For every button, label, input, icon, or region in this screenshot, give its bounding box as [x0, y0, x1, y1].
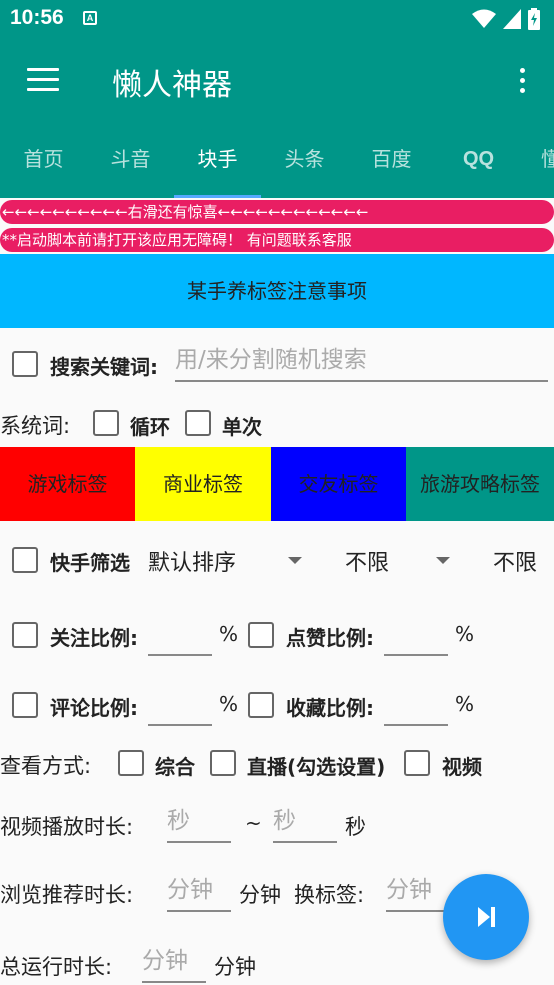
- notification-app-icon: A: [83, 11, 97, 25]
- live-checkbox[interactable]: [210, 750, 236, 776]
- notice-button[interactable]: 某手养标签注意事项: [0, 254, 554, 328]
- comprehensive-checkbox[interactable]: [118, 750, 144, 776]
- live-label: 直播(勾选设置): [247, 755, 386, 779]
- comment-ratio-label: 评论比例:: [50, 696, 138, 720]
- accessibility-banner: **启动脚本前请打开该应用无障碍！ 有问题联系客服: [0, 228, 554, 252]
- follow-ratio-input[interactable]: [148, 616, 212, 656]
- browse-duration-unit: 分钟: [239, 883, 281, 907]
- switch-tag-label: 换标签:: [294, 883, 365, 907]
- battery-icon: [528, 8, 540, 30]
- tab-indicator: [174, 195, 261, 198]
- tag-game-label: 游戏标签: [27, 472, 108, 496]
- option1-dropdown-arrow-icon[interactable]: [436, 557, 450, 564]
- like-ratio-percent: %: [455, 622, 475, 646]
- tab-toutiao[interactable]: 头条: [261, 122, 348, 198]
- search-keyword-input[interactable]: 用/来分割随机搜索: [175, 342, 548, 382]
- filter-checkbox[interactable]: [12, 547, 38, 573]
- like-ratio-checkbox[interactable]: [248, 622, 274, 648]
- favorite-ratio-label: 收藏比例:: [286, 696, 374, 720]
- total-duration-input[interactable]: 分钟: [142, 943, 206, 983]
- comprehensive-label: 综合: [155, 755, 195, 779]
- filter-label: 快手筛选: [50, 551, 130, 575]
- system-words-label: 系统词:: [0, 414, 71, 438]
- tag-travel-label: 旅游攻略标签: [420, 472, 540, 496]
- browse-duration-label: 浏览推荐时长:: [0, 883, 134, 907]
- start-script-fab[interactable]: [443, 874, 529, 960]
- more-options-icon[interactable]: [520, 68, 526, 98]
- video-duration-label: 视频播放时长:: [0, 815, 134, 839]
- once-checkbox[interactable]: [185, 410, 211, 436]
- tab-qq[interactable]: QQ: [435, 122, 522, 198]
- tag-travel-button[interactable]: 旅游攻略标签: [406, 447, 554, 521]
- favorite-ratio-percent: %: [455, 692, 475, 716]
- hamburger-menu-icon[interactable]: [27, 68, 59, 92]
- tab-home[interactable]: 首页: [0, 122, 87, 198]
- tab-kuaishou[interactable]: 块手: [174, 122, 261, 198]
- status-bar: 10:56 A: [0, 0, 554, 38]
- like-ratio-input[interactable]: [384, 616, 448, 656]
- total-duration-unit: 分钟: [214, 955, 256, 979]
- tab-bar: 首页 斗音 块手 头条 百度 QQ 懂: [0, 122, 554, 198]
- option1-dropdown[interactable]: 不限: [345, 545, 389, 577]
- signal-icon: [503, 9, 521, 29]
- comment-ratio-input[interactable]: [148, 686, 212, 726]
- tab-partial[interactable]: 懂: [541, 122, 554, 198]
- tag-business-label: 商业标签: [163, 472, 243, 496]
- switch-tag-input[interactable]: 分钟: [386, 872, 450, 912]
- view-mode-label: 查看方式:: [0, 754, 92, 778]
- option2-dropdown[interactable]: 不限: [493, 545, 537, 577]
- tab-douyin[interactable]: 斗音: [87, 122, 174, 198]
- video-checkbox[interactable]: [404, 750, 430, 776]
- tag-game-button[interactable]: 游戏标签: [0, 447, 135, 521]
- loop-label: 循环: [130, 415, 170, 439]
- once-label: 单次: [222, 415, 262, 439]
- follow-ratio-percent: %: [219, 622, 239, 646]
- video-duration-max-input[interactable]: 秒: [273, 803, 337, 843]
- tag-business-button[interactable]: 商业标签: [135, 447, 271, 521]
- wifi-icon: [472, 9, 496, 28]
- status-icons: [472, 8, 540, 30]
- loop-checkbox[interactable]: [93, 410, 119, 436]
- sort-dropdown[interactable]: 默认排序: [148, 545, 236, 577]
- video-duration-min-input[interactable]: 秒: [167, 803, 231, 843]
- like-ratio-label: 点赞比例:: [286, 626, 374, 650]
- tag-social-label: 交友标签: [298, 472, 379, 496]
- skip-next-icon: [478, 907, 495, 927]
- search-keyword-label: 搜索关键词:: [50, 355, 158, 379]
- app-title: 懒人神器: [112, 68, 232, 103]
- sort-dropdown-arrow-icon[interactable]: [288, 557, 302, 564]
- comment-ratio-percent: %: [219, 692, 239, 716]
- video-duration-unit: 秒: [345, 815, 366, 839]
- total-duration-label: 总运行时长:: [0, 955, 113, 979]
- video-duration-tilde: ~: [245, 811, 262, 835]
- follow-ratio-checkbox[interactable]: [12, 622, 38, 648]
- status-time: 10:56: [10, 6, 64, 29]
- app-bar: 懒人神器: [0, 38, 554, 122]
- tab-baidu[interactable]: 百度: [348, 122, 435, 198]
- search-keyword-checkbox[interactable]: [12, 351, 38, 377]
- favorite-ratio-checkbox[interactable]: [248, 692, 274, 718]
- follow-ratio-label: 关注比例:: [50, 626, 138, 650]
- tag-social-button[interactable]: 交友标签: [271, 447, 406, 521]
- scroll-hint-banner: ←←←←←←←←←←右滑还有惊喜←←←←←←←←←←←←: [0, 200, 554, 224]
- favorite-ratio-input[interactable]: [384, 686, 448, 726]
- comment-ratio-checkbox[interactable]: [12, 692, 38, 718]
- browse-duration-input[interactable]: 分钟: [167, 872, 231, 912]
- video-label: 视频: [442, 755, 482, 779]
